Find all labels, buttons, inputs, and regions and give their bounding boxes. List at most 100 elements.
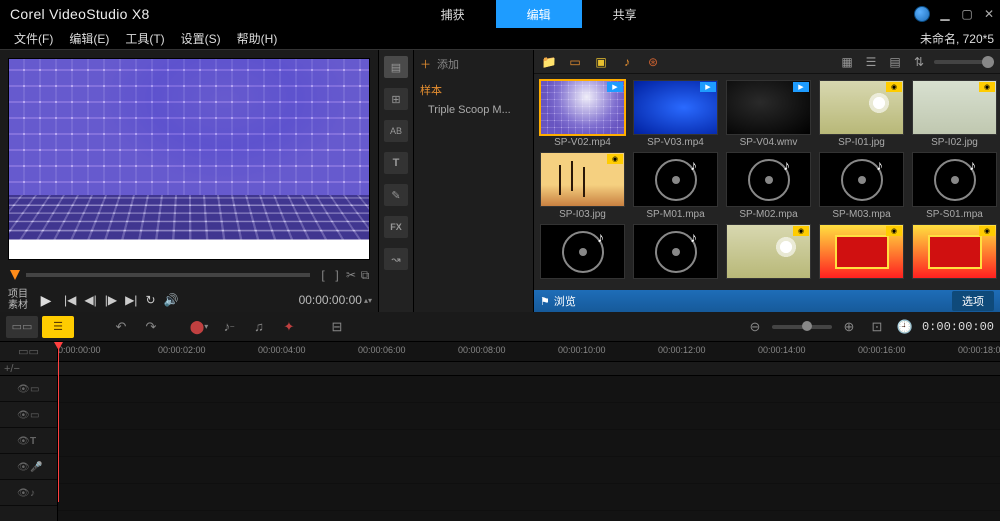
library-thumb[interactable]: ♪SP-M02.mpa [726,152,811,220]
mode-clip-label: 素材 [8,300,28,311]
subtitle-button[interactable]: ⊟ [326,316,348,338]
folder-samples[interactable]: 样本 [418,78,529,102]
title-track-header[interactable]: 👁T [0,428,57,454]
preview-viewport[interactable] [8,58,370,260]
thumb-label: SP-M02.mpa [739,209,797,220]
menu-tools[interactable]: 工具(T) [117,30,172,47]
marker-icon[interactable] [10,270,20,280]
zoom-slider[interactable] [772,325,832,329]
go-end-button[interactable]: ▶| [125,293,137,307]
photo-badge-icon: ◉ [607,154,623,164]
filter-category-button[interactable]: FX [384,216,408,238]
add-folder-icon[interactable]: ＋ [420,56,431,72]
library-thumb[interactable]: ▶SP-V02.mp4 [540,80,625,148]
undo-button[interactable]: ↶ [110,316,132,338]
maximize-button[interactable]: ▢ [960,7,974,21]
repeat-button[interactable]: ↻ [145,293,155,307]
time-ruler[interactable]: 0:00:00:0000:00:02:0000:00:04:0000:00:06… [58,342,1000,361]
preview-mode[interactable]: 项目 素材 [8,289,28,311]
motion-button[interactable]: ✦ [278,316,300,338]
library-thumb[interactable]: ◉SP-I01.jpg [819,80,904,148]
go-start-button[interactable]: |◀ [64,293,76,307]
menu-settings[interactable]: 设置(S) [173,30,229,47]
tab-capture[interactable]: 捕获 [410,0,496,28]
mark-out-button[interactable]: ] [330,268,344,282]
filter-video-button[interactable]: ▭ [566,54,584,70]
menu-file[interactable]: 文件(F) [6,30,61,47]
video-track-header[interactable]: 👁▭ [0,376,57,402]
next-frame-button[interactable]: |▶ [105,293,117,307]
view-list-button[interactable]: ☰ [862,54,880,70]
library-thumb[interactable]: ◉SP-I02.jpg [912,80,997,148]
add-label[interactable]: 添加 [437,56,459,72]
fit-button[interactable]: ⊡ [866,316,888,338]
redo-button[interactable]: ↷ [140,316,162,338]
category-strip: ▤ ⊞ AB T ✎ FX ↝ [378,50,414,312]
minimize-button[interactable]: ▁ [938,7,952,21]
volume-button[interactable]: 🔊 [164,293,179,307]
view-detail-button[interactable]: ▤ [886,54,904,70]
storyboard-mode-button[interactable]: ▭▭ [6,316,38,338]
library-thumb[interactable]: ▶SP-V03.mp4 [633,80,718,148]
folder-triple-scoop[interactable]: Triple Scoop M... [418,102,529,118]
library-thumb[interactable]: ♪SP-S01.mpa [912,152,997,220]
options-button[interactable]: 选项 [952,291,994,311]
path-category-button[interactable]: ↝ [384,248,408,270]
voice-track-header[interactable]: 👁🎤 [0,454,57,480]
timeline-mode-button[interactable]: ☰ [42,316,74,338]
thumb-size-slider[interactable] [934,60,994,64]
graphic-category-button[interactable]: ✎ [384,184,408,206]
thumb-label: SP-S01.mpa [926,209,983,220]
add-track-row[interactable]: +/− [0,362,1000,376]
title-category-button[interactable]: T [384,152,408,174]
zoom-out-button[interactable]: ⊖ [744,316,766,338]
library-thumb[interactable]: ♪SP-M03.mpa [819,152,904,220]
split-button[interactable]: ✂ [344,268,358,282]
scrub-track[interactable] [26,273,310,277]
menu-edit[interactable]: 编辑(E) [61,30,117,47]
browse-label[interactable]: 浏览 [554,293,576,309]
mark-in-button[interactable]: [ [316,268,330,282]
auto-music-button[interactable]: ♫ [248,316,270,338]
music-track-header[interactable]: 👁♪ [0,480,57,506]
globe-icon[interactable] [914,6,930,22]
library-thumb[interactable]: ◉ [912,224,997,281]
filter-free-button[interactable]: ⊛ [644,54,662,70]
library-thumb[interactable]: ♪SP-M01.mpa [633,152,718,220]
filter-photo-button[interactable]: ▣ [592,54,610,70]
preview-timecode[interactable]: 00:00:00:00 [299,293,362,307]
prev-frame-button[interactable]: ◀| [84,293,96,307]
playhead[interactable] [58,342,59,502]
thumb-label: SP-I02.jpg [931,137,978,148]
filter-audio-button[interactable]: ♪ [618,54,636,70]
transition-category-button[interactable]: AB [384,120,408,142]
tab-edit[interactable]: 编辑 [496,0,582,28]
track-lanes[interactable] [58,376,1000,521]
close-button[interactable]: ✕ [982,7,996,21]
expand-button[interactable]: ⧉ [358,268,372,282]
menu-help[interactable]: 帮助(H) [229,30,286,47]
timeline-panel: ▭▭ ☰ ↶ ↷ ⬤▾ ♪⎯ ♫ ✦ ⊟ ⊖ ⊕ ⊡ 🕘 0:00:00:00 … [0,312,1000,521]
timecode-stepper[interactable]: ▴▾ [364,296,372,305]
ruler-tick: 00:00:12:00 [658,345,706,355]
ruler-tick: 00:00:08:00 [458,345,506,355]
library-thumb[interactable]: ▶SP-V04.wmv [726,80,811,148]
view-thumb-button[interactable]: ▦ [838,54,856,70]
play-button[interactable]: ▶ [36,290,56,310]
ruler-tick: 00:00:06:00 [358,345,406,355]
library-thumb[interactable]: ♪ [633,224,718,281]
record-button[interactable]: ⬤▾ [188,316,210,338]
instant-project-button[interactable]: ⊞ [384,88,408,110]
media-category-button[interactable]: ▤ [384,56,408,78]
ruler-tick: 00:00:10:00 [558,345,606,355]
import-media-button[interactable]: 📁 [540,54,558,70]
tab-share[interactable]: 共享 [582,0,668,28]
overlay-track-header[interactable]: 👁▭ [0,402,57,428]
library-thumb[interactable]: ◉ [819,224,904,281]
mixer-button[interactable]: ♪⎯ [218,316,240,338]
library-thumb[interactable]: ◉SP-I03.jpg [540,152,625,220]
library-thumb[interactable]: ◉ [726,224,811,281]
sort-button[interactable]: ⇅ [910,54,928,70]
library-thumb[interactable]: ♪ [540,224,625,281]
zoom-in-button[interactable]: ⊕ [838,316,860,338]
